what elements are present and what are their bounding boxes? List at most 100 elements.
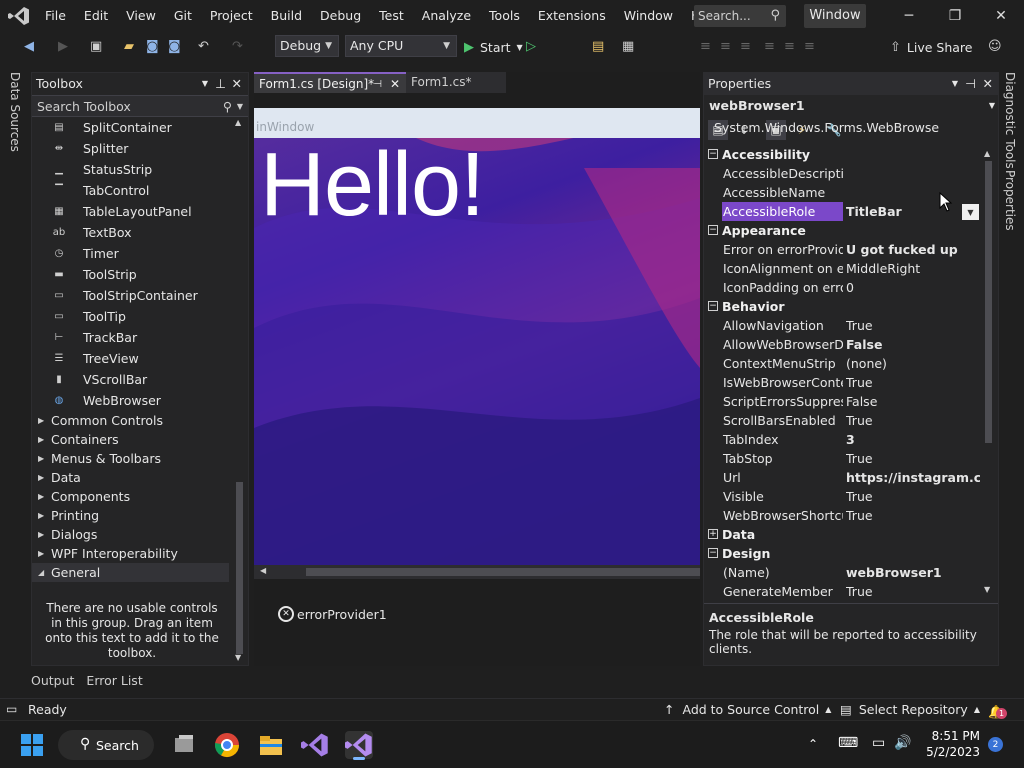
property-row[interactable]: WebBrowserShortcutsETrue xyxy=(704,506,984,525)
start-without-debugging-icon[interactable]: ▷ xyxy=(526,39,542,55)
pin-icon[interactable]: ⊣ xyxy=(373,74,382,95)
toolbox-category[interactable]: ▶ Common Controls xyxy=(32,411,248,430)
chevron-down-icon[interactable]: ▼ xyxy=(962,204,979,220)
chrome-icon[interactable] xyxy=(213,731,241,759)
collapse-icon[interactable]: − xyxy=(708,301,718,311)
property-value[interactable]: https://instagram.com/t xyxy=(846,468,980,487)
property-value[interactable]: False xyxy=(846,392,980,411)
chevron-up-icon[interactable]: ⌃ xyxy=(808,737,818,751)
property-category[interactable]: − Appearance xyxy=(704,221,984,240)
menu-project[interactable]: Project xyxy=(201,0,262,32)
property-row[interactable]: ContextMenuStrip (none) xyxy=(704,354,984,373)
property-row[interactable]: GenerateMember True xyxy=(704,582,984,599)
platform-dropdown[interactable]: Any CPU ▼ xyxy=(345,35,457,57)
property-row[interactable]: AllowWebBrowserDropFalse xyxy=(704,335,984,354)
pin-icon[interactable]: ⊣ xyxy=(965,73,976,95)
config-dropdown[interactable]: Debug ▼ xyxy=(275,35,339,57)
chevron-down-icon[interactable]: ▼ xyxy=(237,96,243,118)
live-share-button[interactable]: ⇧ Live Share xyxy=(890,36,972,58)
toolbox-item[interactable]: ▬ ToolStrip xyxy=(32,264,248,285)
add-to-source-control-button[interactable]: ↑ Add to Source Control ▲ xyxy=(664,699,831,720)
forward-icon[interactable]: ▶ xyxy=(58,39,74,55)
properties-scrollbar[interactable]: ▲ ▼ xyxy=(984,149,994,597)
toolbox-item[interactable]: ◍ WebBrowser xyxy=(32,390,248,411)
tab-output[interactable]: Output xyxy=(31,673,74,688)
property-row[interactable]: ScriptErrorsSuppressedFalse xyxy=(704,392,984,411)
taskbar-search[interactable]: ⚲ Search xyxy=(58,730,154,760)
close-icon[interactable]: ✕ xyxy=(390,74,400,95)
minimize-icon[interactable]: ─ xyxy=(886,0,932,32)
property-value[interactable]: True xyxy=(846,373,980,392)
start-button[interactable]: ▶ Start ▼ xyxy=(464,36,523,58)
toolbox-category[interactable]: ▶ Data xyxy=(32,468,248,487)
toolbox-category[interactable]: ▶ Dialogs xyxy=(32,525,248,544)
tab-form1-design[interactable]: Form1.cs [Design]* ⊣ ✕ xyxy=(254,72,406,93)
display-icon[interactable]: ▭ xyxy=(872,735,885,751)
menu-view[interactable]: View xyxy=(117,0,165,32)
scroll-down-icon[interactable]: ▼ xyxy=(984,585,990,594)
volume-icon[interactable]: 🔊 xyxy=(894,735,911,751)
property-value[interactable]: True xyxy=(846,411,980,430)
properties-tab[interactable]: Properties xyxy=(1003,170,1017,231)
chevron-down-icon[interactable]: ▼ xyxy=(952,73,958,95)
visual-studio-active-icon[interactable] xyxy=(345,731,373,760)
toolbox-item[interactable]: ⇹ Splitter xyxy=(32,138,248,159)
toolbox-category-general[interactable]: ◢ General xyxy=(32,563,229,582)
toolbox-empty-message[interactable]: There are no usable controls in this gro… xyxy=(44,601,220,661)
menu-analyze[interactable]: Analyze xyxy=(413,0,480,32)
menu-tools[interactable]: Tools xyxy=(480,0,529,32)
file-explorer-icon[interactable] xyxy=(257,731,285,759)
scroll-up-icon[interactable]: ▲ xyxy=(235,118,241,127)
close-icon[interactable]: ✕ xyxy=(232,73,242,95)
chevron-down-icon[interactable]: ▼ xyxy=(989,95,995,117)
toolbox-item[interactable]: ▭ ToolStripContainer xyxy=(32,285,248,306)
menu-window[interactable]: Window xyxy=(615,0,682,32)
property-value[interactable]: False xyxy=(846,335,980,354)
property-value[interactable]: True xyxy=(846,582,980,599)
property-value[interactable]: True xyxy=(846,316,980,335)
toolbox-search-input[interactable]: Search Toolbox ⚲ ▼ xyxy=(32,95,248,117)
close-icon[interactable]: ✕ xyxy=(983,73,993,95)
data-sources-tab[interactable]: Data Sources xyxy=(8,72,22,152)
layout-icon[interactable]: ▦ xyxy=(622,39,638,55)
collapse-icon[interactable]: − xyxy=(708,149,718,159)
select-repository-button[interactable]: ▤ Select Repository ▲ xyxy=(840,699,980,720)
save-all-icon[interactable]: ◙ xyxy=(168,39,184,55)
property-row[interactable]: ScrollBarsEnabled True xyxy=(704,411,984,430)
menu-debug[interactable]: Debug xyxy=(311,0,370,32)
property-row[interactable]: Url https://instagram.com/t xyxy=(704,468,984,487)
property-category[interactable]: − Accessibility xyxy=(704,145,984,164)
new-project-icon[interactable]: ▣ xyxy=(90,39,106,55)
property-category[interactable]: + Data xyxy=(704,525,984,544)
toolbox-item[interactable]: ab TextBox xyxy=(32,222,248,243)
property-value[interactable]: TitleBar xyxy=(846,202,980,221)
visual-studio-taskbar-icon[interactable] xyxy=(301,731,329,759)
undo-icon[interactable]: ↶ xyxy=(198,39,214,55)
property-category[interactable]: − Behavior xyxy=(704,297,984,316)
restore-icon[interactable]: ❐ xyxy=(932,0,978,32)
property-value[interactable]: 0 xyxy=(846,278,980,297)
property-row[interactable]: TabStop True xyxy=(704,449,984,468)
object-selector[interactable]: webBrowser1 System.Windows.Forms.WebBrow… xyxy=(704,95,998,135)
toolbox-item[interactable]: ▭ ToolTip xyxy=(32,306,248,327)
window-badge[interactable]: Window xyxy=(804,4,866,28)
back-icon[interactable]: ◀ xyxy=(24,39,40,55)
menu-git[interactable]: Git xyxy=(165,0,201,32)
toolbox-item[interactable]: ◷ Timer xyxy=(32,243,248,264)
notification-badge[interactable]: 2 xyxy=(988,737,1003,752)
toolbox-category[interactable]: ▶ Components xyxy=(32,487,248,506)
open-folder-icon[interactable]: ▰ xyxy=(124,39,140,55)
scroll-down-icon[interactable]: ▼ xyxy=(235,653,241,662)
folder-icon[interactable]: ▤ xyxy=(592,39,608,55)
scroll-up-icon[interactable]: ▲ xyxy=(984,149,990,158)
toolbox-category[interactable]: ▶ Menus & Toolbars xyxy=(32,449,248,468)
tab-error-list[interactable]: Error List xyxy=(86,673,142,688)
menu-extensions[interactable]: Extensions xyxy=(529,0,615,32)
property-value[interactable]: True xyxy=(846,487,980,506)
expand-icon[interactable]: + xyxy=(708,529,718,539)
menu-build[interactable]: Build xyxy=(262,0,311,32)
save-icon[interactable]: ◙ xyxy=(146,39,162,55)
menu-file[interactable]: File xyxy=(36,0,75,32)
close-icon[interactable]: ✕ xyxy=(978,0,1024,32)
toolbox-category[interactable]: ▶ Printing xyxy=(32,506,248,525)
